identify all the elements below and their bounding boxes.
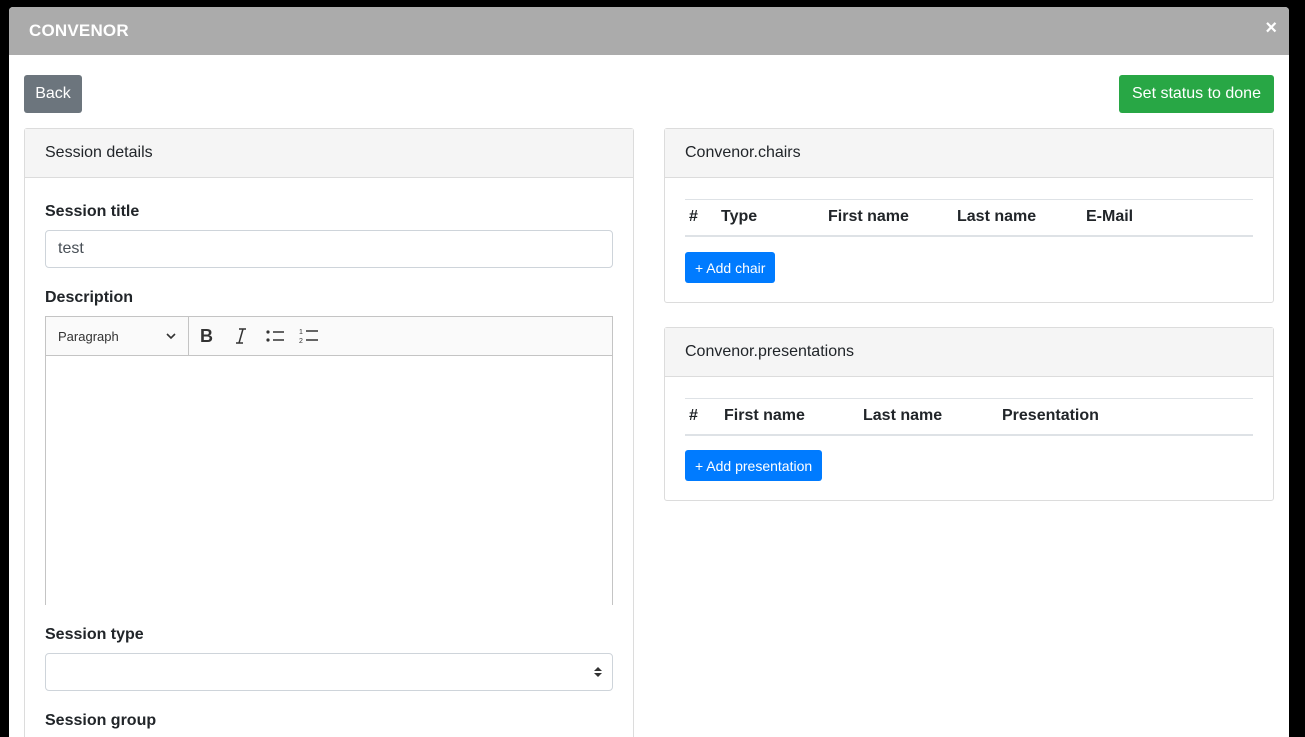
svg-text:1: 1 [299, 329, 303, 336]
chairs-table-header-row: # Type First name Last name E-Mail [685, 199, 1253, 237]
paragraph-style-dropdown[interactable]: Paragraph [46, 317, 189, 355]
presentations-table: # First name Last name Presentation [685, 398, 1253, 436]
session-title-input[interactable]: test [45, 230, 613, 268]
bold-icon[interactable]: B [190, 320, 223, 353]
session-type-select[interactable] [45, 653, 613, 691]
session-group-label: Session group [45, 712, 157, 729]
chairs-header: Convenor.chairs [665, 129, 1273, 178]
column-header: Type [717, 199, 824, 237]
column-header: Last name [953, 199, 1082, 237]
column-header: # [685, 199, 717, 237]
editor-toolbar: Paragraph B 12 [46, 317, 612, 356]
close-icon[interactable]: × [1265, 18, 1277, 38]
set-status-done-button[interactable]: Set status to done [1119, 75, 1274, 113]
svg-text:2: 2 [299, 338, 303, 345]
chairs-table: # Type First name Last name E-Mail [685, 199, 1253, 237]
chevron-down-icon [166, 332, 176, 339]
column-header: Last name [859, 398, 998, 436]
session-title-label: Session title [45, 203, 140, 220]
chairs-card: Convenor.chairs # Type First name Last n… [664, 128, 1274, 303]
column-header: E-Mail [1082, 199, 1253, 237]
description-label: Description [45, 289, 134, 306]
select-arrows-icon [594, 667, 602, 677]
column-header: First name [824, 199, 953, 237]
modal-title: CONVENOR [29, 21, 129, 40]
session-type-label: Session type [45, 626, 144, 643]
presentations-card: Convenor.presentations # First name Last… [664, 327, 1274, 501]
column-header: # [685, 398, 720, 436]
svg-text:B: B [200, 327, 213, 345]
presentations-table-header-row: # First name Last name Presentation [685, 398, 1253, 436]
session-details-card: Session details Session title test Descr… [24, 128, 634, 737]
paragraph-style-label: Paragraph [58, 328, 119, 344]
description-textarea[interactable] [46, 356, 612, 605]
session-details-header: Session details [25, 129, 633, 178]
modal-header: CONVENOR × [9, 7, 1289, 55]
column-header: Presentation [998, 398, 1253, 436]
add-presentation-button[interactable]: + Add presentation [685, 450, 823, 481]
add-chair-button[interactable]: + Add chair [685, 252, 776, 283]
numbered-list-icon[interactable]: 12 [292, 320, 325, 353]
back-button[interactable]: Back [24, 75, 82, 113]
presentations-header: Convenor.presentations [665, 328, 1273, 377]
bulleted-list-icon[interactable] [258, 320, 291, 353]
column-header: First name [720, 398, 859, 436]
italic-icon[interactable] [224, 320, 257, 353]
convenor-modal: CONVENOR × Back Set status to done Sessi… [9, 7, 1289, 737]
description-editor: Paragraph B 12 [45, 316, 613, 605]
